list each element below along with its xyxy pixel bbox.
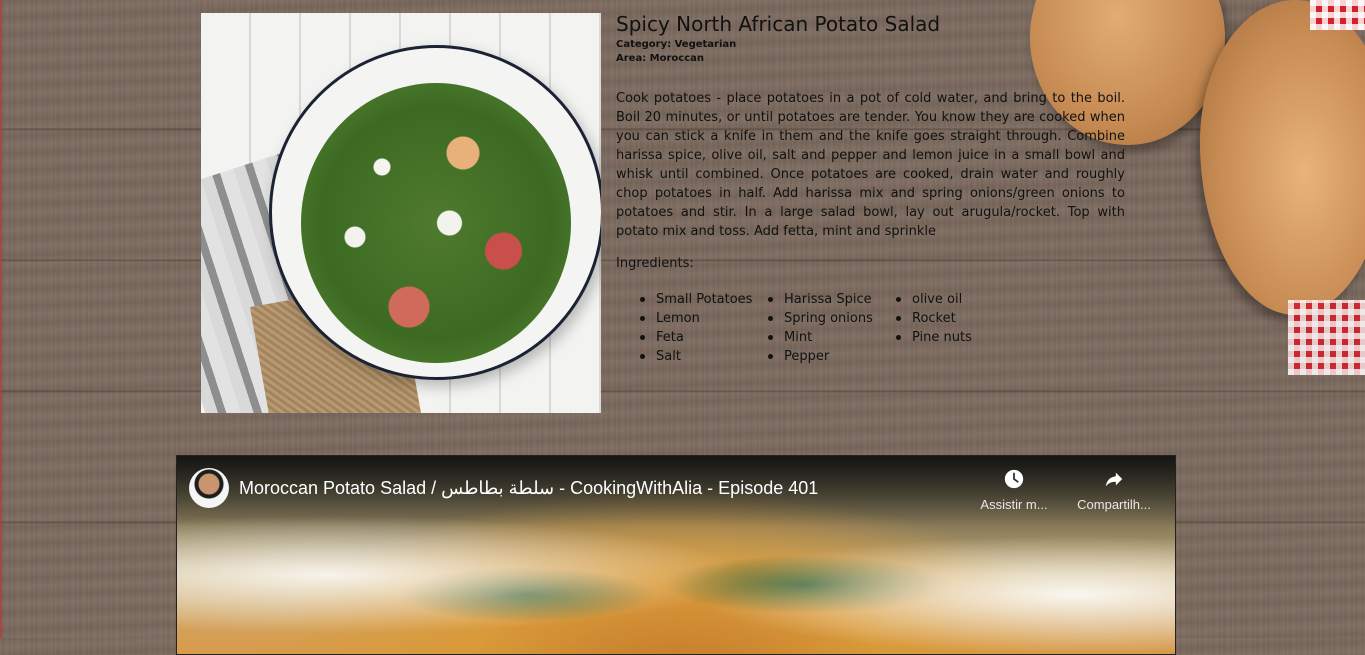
wooden-spoon-decoration-large: [1200, 0, 1365, 315]
ingredient-item: Lemon: [639, 309, 752, 328]
watch-later-label: Assistir m...: [980, 497, 1048, 512]
share-label: Compartilh...: [1077, 497, 1151, 512]
share-arrow-icon: [1105, 472, 1123, 487]
ingredient-item: Mint: [768, 328, 873, 347]
youtube-video-embed[interactable]: Moroccan Potato Salad / سلطة بطاطس - Coo…: [176, 455, 1176, 655]
share-button[interactable]: Compartilh...: [1069, 468, 1159, 513]
recipe-area: Area: Moroccan: [616, 53, 705, 64]
recipe-photo: [201, 13, 601, 413]
ingredient-item: Salt: [639, 347, 752, 366]
ingredients-list-column-2: Harissa Spice Spring onions Mint Pepper: [744, 290, 873, 366]
ingredients-list-column-1: Small Potatoes Lemon Feta Salt: [616, 290, 752, 366]
ingredients-list-column-3: olive oil Rocket Pine nuts: [872, 290, 972, 347]
ingredient-item: Pepper: [768, 347, 873, 366]
ingredient-item: Small Potatoes: [639, 292, 753, 307]
ingredient-item: Pine nuts: [896, 330, 972, 345]
clock-icon: [1004, 469, 1024, 489]
recipe-title: Spicy North African Potato Salad: [616, 12, 941, 36]
ingredient-item: Harissa Spice: [768, 292, 872, 307]
checkered-napkin-top-decoration: [1310, 0, 1365, 30]
ingredient-item: Rocket: [896, 309, 972, 328]
recipe-category: Category: Vegetarian: [616, 39, 737, 50]
ingredients-heading: Ingredients:: [616, 256, 694, 271]
watch-later-button[interactable]: Assistir m...: [969, 468, 1059, 513]
ingredient-item: Spring onions: [768, 311, 873, 326]
channel-avatar[interactable]: [189, 468, 229, 508]
recipe-instructions: Cook potatoes - place potatoes in a pot …: [616, 91, 1125, 239]
video-title-link[interactable]: Moroccan Potato Salad / سلطة بطاطس - Coo…: [239, 478, 818, 499]
page-edge-line: [0, 0, 2, 638]
ingredient-item: olive oil: [896, 290, 972, 309]
ingredient-item: Feta: [639, 328, 752, 347]
checkered-napkin-decoration: [1288, 300, 1365, 375]
